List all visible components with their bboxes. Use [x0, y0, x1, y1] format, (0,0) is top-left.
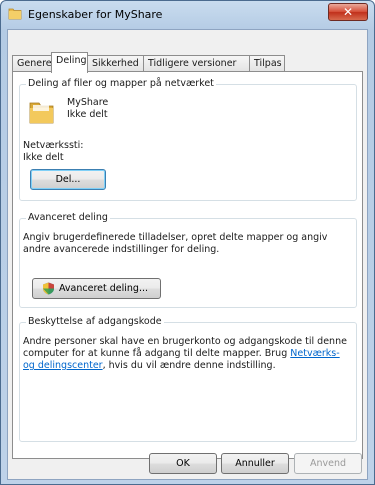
password-protection-group-title: Beskyttelse af adgangskode [26, 316, 164, 327]
cancel-button[interactable]: Annuller [221, 453, 289, 474]
close-button[interactable]: ✕ [328, 3, 368, 21]
shared-folder-icon [29, 102, 54, 124]
advanced-sharing-group: Avanceret deling Angiv brugerdefinerede … [19, 212, 357, 308]
tab-panel-deling: Deling af filer og mapper på netværket M… [12, 71, 363, 459]
close-icon: ✕ [342, 5, 354, 19]
properties-window: Egenskaber for MyShare ✕ Generelt Deling… [0, 0, 375, 485]
password-protection-group: Beskyttelse af adgangskode Andre persone… [19, 316, 357, 442]
apply-button: Anvend [294, 453, 362, 474]
advanced-sharing-description: Angiv brugerdefinerede tilladelser, opre… [23, 232, 328, 255]
advanced-sharing-button[interactable]: Avanceret deling... [32, 278, 161, 299]
network-path-label: Netværkssti: [23, 140, 84, 151]
folder-name: MyShare [67, 97, 109, 108]
title-bar[interactable]: Egenskaber for MyShare ✕ [1, 1, 374, 29]
sharing-group: Deling af filer og mapper på netværket M… [19, 78, 357, 201]
password-text-after: , hvis du vil ændre denne indstilling. [102, 360, 276, 371]
dialog-client: Generelt Deling Sikkerhed Tidligere vers… [7, 29, 368, 480]
folder-icon [8, 8, 22, 20]
tab-generelt[interactable]: Generelt [12, 55, 58, 72]
tab-deling[interactable]: Deling [51, 52, 88, 73]
ok-button[interactable]: OK [149, 453, 217, 474]
network-path-value: Ikke delt [23, 152, 64, 163]
window-title: Egenskaber for MyShare [28, 8, 163, 21]
password-protection-description: Andre personer skal have en brugerkonto … [23, 336, 348, 372]
tab-tidligere-versioner[interactable]: Tidligere versioner [143, 55, 250, 72]
folder-share-status: Ikke delt [67, 109, 108, 120]
tab-sikkerhed[interactable]: Sikkerhed [87, 55, 144, 72]
tab-tilpas[interactable]: Tilpas [249, 55, 285, 72]
advanced-sharing-group-title: Avanceret deling [26, 212, 110, 223]
advanced-sharing-button-label: Avanceret deling... [58, 283, 149, 294]
uac-shield-icon [43, 282, 54, 295]
share-button[interactable]: Del... [30, 169, 106, 190]
sharing-group-title: Deling af filer og mapper på netværket [26, 78, 216, 89]
